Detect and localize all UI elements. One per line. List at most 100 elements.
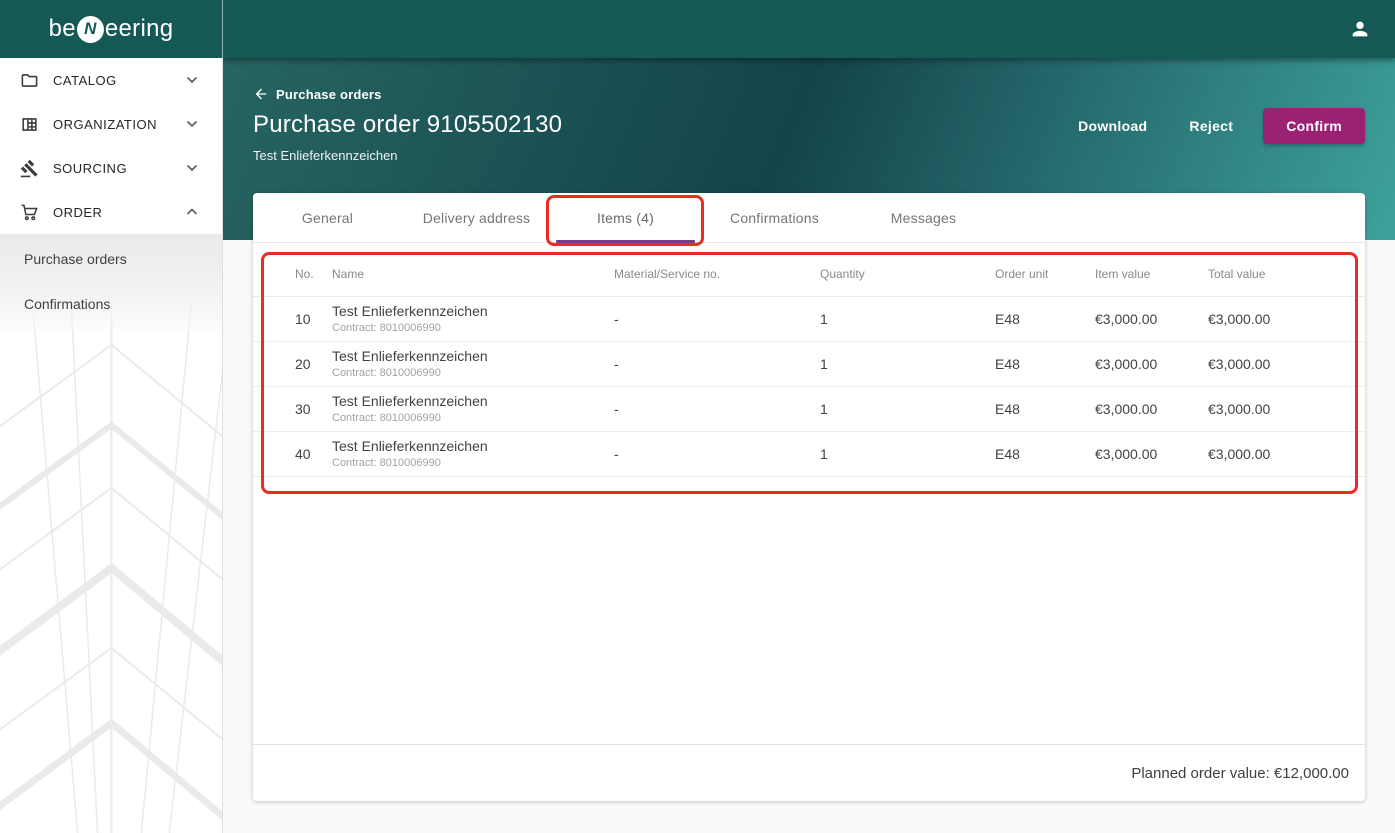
cell-order-unit: E48	[995, 386, 1095, 431]
item-name: Test Enlieferkennzeichen	[332, 348, 614, 364]
back-to-purchase-orders-link[interactable]: Purchase orders	[253, 86, 562, 102]
column-header-no: No.	[253, 252, 332, 296]
item-contract: Contract: 8010006990	[332, 412, 614, 424]
header-actions: Download Reject Confirm	[1066, 108, 1365, 144]
cell-name: Test Enlieferkennzeichen Contract: 80100…	[332, 341, 614, 386]
sidebar-item-purchase-orders[interactable]: Purchase orders	[0, 236, 222, 281]
sidebar-item-label: SOURCING	[53, 161, 127, 176]
cell-name: Test Enlieferkennzeichen Contract: 80100…	[332, 431, 614, 476]
purchase-order-card: General Delivery address Items (4) Confi…	[253, 193, 1365, 801]
cell-order-unit: E48	[995, 296, 1095, 341]
cell-item-value: €3,000.00	[1095, 386, 1208, 431]
sidebar-item-label: CATALOG	[53, 73, 117, 88]
cell-name: Test Enlieferkennzeichen Contract: 80100…	[332, 386, 614, 431]
logo-text-pre: be	[49, 15, 76, 43]
tab-label: General	[302, 210, 353, 226]
sidebar-item-order[interactable]: ORDER	[0, 190, 222, 234]
table-header-row: No. Name Material/Service no. Quantity O…	[253, 252, 1365, 296]
sidebar-item-label: ORGANIZATION	[53, 117, 157, 132]
cell-no: 10	[253, 296, 332, 341]
cell-total-value: €3,000.00	[1208, 296, 1365, 341]
sidebar-nav: CATALOG ORGANIZATION SOURCING	[0, 58, 222, 330]
organization-building-icon	[20, 115, 39, 134]
app-logo[interactable]: be N eering	[0, 0, 223, 58]
sidebar-item-catalog[interactable]: CATALOG	[0, 58, 222, 102]
cell-total-value: €3,000.00	[1208, 431, 1365, 476]
cell-material: -	[614, 341, 820, 386]
cell-no: 40	[253, 431, 332, 476]
table-row[interactable]: 40 Test Enlieferkennzeichen Contract: 80…	[253, 431, 1365, 476]
chevron-down-icon	[186, 76, 198, 84]
download-button[interactable]: Download	[1066, 108, 1159, 144]
tab-confirmations[interactable]: Confirmations	[700, 193, 849, 243]
column-header-total-value: Total value	[1208, 252, 1365, 296]
page-subtitle: Test Enlieferkennzeichen	[253, 148, 562, 163]
submenu-item-label: Confirmations	[24, 296, 110, 312]
tab-messages[interactable]: Messages	[849, 193, 998, 243]
tab-delivery-address[interactable]: Delivery address	[402, 193, 551, 243]
tab-bar: General Delivery address Items (4) Confi…	[253, 193, 1365, 243]
top-app-bar	[223, 0, 1395, 58]
cell-order-unit: E48	[995, 431, 1095, 476]
cell-material: -	[614, 386, 820, 431]
table-row[interactable]: 20 Test Enlieferkennzeichen Contract: 80…	[253, 341, 1365, 386]
cell-item-value: €3,000.00	[1095, 296, 1208, 341]
cell-item-value: €3,000.00	[1095, 431, 1208, 476]
tab-label: Confirmations	[730, 210, 819, 226]
sidebar-item-organization[interactable]: ORGANIZATION	[0, 102, 222, 146]
tab-label: Delivery address	[423, 210, 530, 226]
column-header-item-value: Item value	[1095, 252, 1208, 296]
folder-icon	[20, 71, 39, 90]
order-submenu: Purchase orders Confirmations	[0, 234, 222, 330]
cell-quantity: 1	[820, 296, 995, 341]
gavel-icon	[20, 159, 39, 178]
person-icon	[1349, 18, 1371, 40]
tab-indicator	[556, 240, 695, 243]
logo-wordmark: be N eering	[49, 15, 174, 43]
items-table: No. Name Material/Service no. Quantity O…	[253, 252, 1365, 477]
page-header: Purchase orders Purchase order 910550213…	[253, 86, 562, 163]
cell-quantity: 1	[820, 386, 995, 431]
sidebar-item-sourcing[interactable]: SOURCING	[0, 146, 222, 190]
building-watermark-image	[0, 273, 222, 833]
column-header-material: Material/Service no.	[614, 252, 820, 296]
logo-n-badge: N	[77, 16, 104, 43]
chevron-up-icon	[186, 208, 198, 216]
item-name: Test Enlieferkennzeichen	[332, 393, 614, 409]
shopping-cart-icon	[20, 203, 39, 222]
tab-label: Items (4)	[597, 210, 654, 226]
sidebar-item-confirmations[interactable]: Confirmations	[0, 281, 222, 326]
cell-material: -	[614, 431, 820, 476]
column-header-quantity: Quantity	[820, 252, 995, 296]
back-link-label: Purchase orders	[276, 87, 382, 102]
column-header-name: Name	[332, 252, 614, 296]
order-summary-footer: Planned order value: €12,000.00	[253, 744, 1365, 801]
submenu-item-label: Purchase orders	[24, 251, 127, 267]
cell-total-value: €3,000.00	[1208, 386, 1365, 431]
planned-order-value: Planned order value: €12,000.00	[1131, 765, 1349, 782]
cell-no: 30	[253, 386, 332, 431]
tab-items[interactable]: Items (4)	[551, 193, 700, 243]
cell-total-value: €3,000.00	[1208, 341, 1365, 386]
sidebar-item-label: ORDER	[53, 205, 102, 220]
item-name: Test Enlieferkennzeichen	[332, 438, 614, 454]
cell-quantity: 1	[820, 431, 995, 476]
logo-text-post: eering	[105, 15, 174, 43]
app-root: Purchase orders Purchase order 910550213…	[0, 0, 1395, 833]
table-row[interactable]: 10 Test Enlieferkennzeichen Contract: 80…	[253, 296, 1365, 341]
logo-text-n: N	[84, 19, 97, 39]
cell-order-unit: E48	[995, 341, 1095, 386]
cell-material: -	[614, 296, 820, 341]
reject-button[interactable]: Reject	[1177, 108, 1245, 144]
item-contract: Contract: 8010006990	[332, 457, 614, 469]
sidebar: be N eering CATALOG OR	[0, 0, 223, 833]
tab-general[interactable]: General	[253, 193, 402, 243]
column-header-order-unit: Order unit	[995, 252, 1095, 296]
cell-name: Test Enlieferkennzeichen Contract: 80100…	[332, 296, 614, 341]
tab-label: Messages	[891, 210, 956, 226]
confirm-button[interactable]: Confirm	[1263, 108, 1365, 144]
back-arrow-icon	[253, 86, 269, 102]
item-name: Test Enlieferkennzeichen	[332, 303, 614, 319]
user-account-button[interactable]	[1347, 16, 1373, 42]
table-row[interactable]: 30 Test Enlieferkennzeichen Contract: 80…	[253, 386, 1365, 431]
